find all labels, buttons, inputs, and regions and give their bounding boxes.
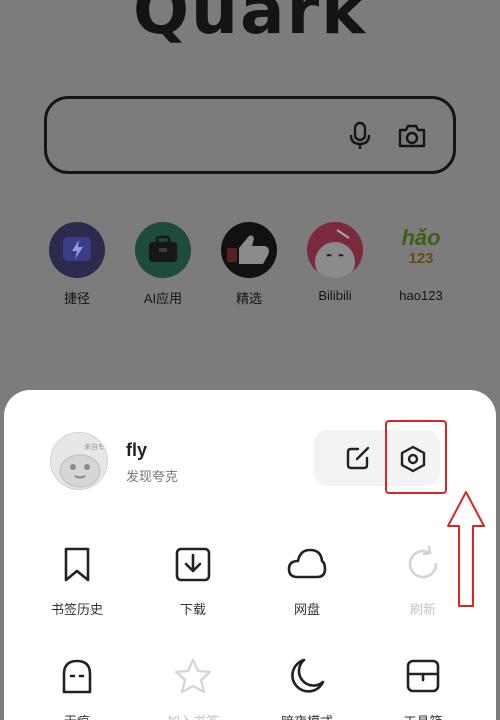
user-subtitle[interactable]: 发现夸克 (126, 466, 178, 485)
user-name[interactable]: fly (126, 440, 147, 461)
menu-item-refresh[interactable]: 刷新 (378, 544, 468, 618)
settings-highlight-box (385, 420, 447, 494)
edit-icon[interactable] (344, 444, 372, 472)
shortcut-jiejing[interactable]: 捷径 (34, 222, 120, 307)
avatar-face-icon: 来自夸克 (59, 442, 108, 488)
shortcut-bilibili[interactable]: Bilibili (292, 222, 378, 303)
shortcut-row: 捷径 AI应用 精选 Bilibili hǎo 123 hao123 (0, 222, 500, 312)
menu-item-dark-mode[interactable]: 暗夜模式 (262, 656, 352, 720)
menu-item-bookmarks-history[interactable]: 书签历史 (32, 544, 122, 618)
hao123-icon: hǎo 123 (401, 225, 441, 268)
incognito-icon (62, 659, 92, 694)
menu-item-add-bookmark[interactable]: 加入书签 (148, 656, 238, 720)
featured-icon (221, 222, 277, 278)
menu-item-toolbox[interactable]: 工具箱 (378, 656, 468, 720)
menu-item-cloud-drive[interactable]: 网盘 (262, 544, 352, 618)
star-icon (174, 658, 212, 694)
bookmark-icon (64, 547, 90, 582)
menu-item-download[interactable]: 下载 (148, 544, 238, 618)
download-icon (175, 547, 211, 582)
avatar-badge: 来自夸克 (84, 442, 108, 451)
avatar[interactable]: 来自夸克 (50, 432, 108, 490)
moon-icon (291, 658, 325, 693)
camera-icon[interactable] (397, 123, 427, 149)
search-box[interactable] (44, 96, 456, 174)
quark-logo: Quark (132, 0, 368, 49)
ai-apps-icon (135, 222, 191, 278)
shortcut-ai-apps[interactable]: AI应用 (120, 222, 206, 307)
shortcut-icon (49, 222, 105, 278)
microphone-icon[interactable] (347, 121, 373, 151)
shortcut-hao123[interactable]: hǎo 123 hao123 (378, 222, 464, 304)
refresh-icon (408, 545, 438, 579)
bilibili-icon (307, 222, 363, 278)
menu-item-incognito[interactable]: 无痕 (32, 656, 122, 720)
menu-sheet: 来自夸克 fly 发现夸克 书签历史 下载 (4, 390, 496, 720)
shortcut-featured[interactable]: 精选 (206, 222, 292, 307)
cloud-drive-icon (287, 548, 327, 579)
toolbox-icon (406, 659, 440, 693)
